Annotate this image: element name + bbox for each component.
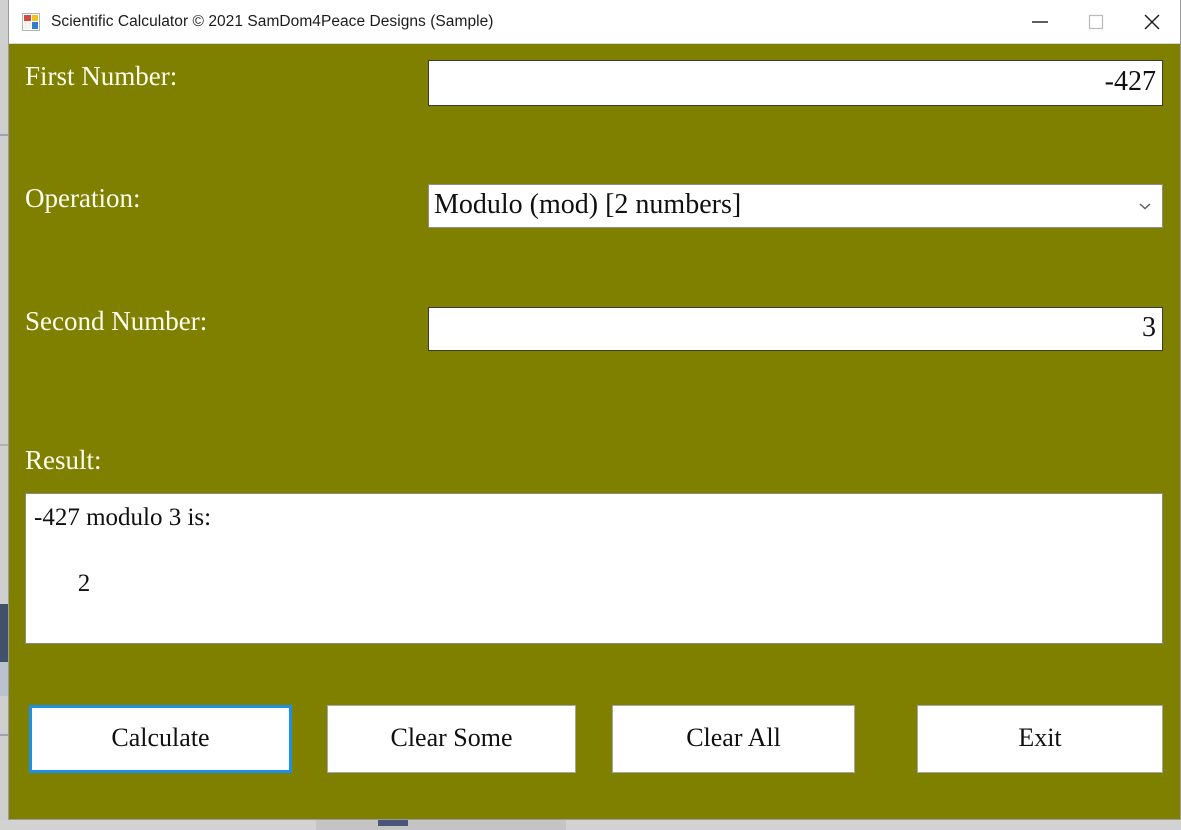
exit-button[interactable]: Exit — [917, 705, 1163, 773]
result-output[interactable]: -427 modulo 3 is: 2 — [25, 493, 1163, 644]
operation-selected-value: Modulo (mod) [2 numbers] — [434, 188, 742, 220]
clear-all-button[interactable]: Clear All — [612, 705, 855, 773]
second-number-label: Second Number: — [25, 306, 208, 336]
first-number-value: -427 — [1104, 66, 1156, 97]
calculate-button[interactable]: Calculate — [29, 705, 292, 773]
close-button[interactable] — [1124, 0, 1180, 43]
form-client-area: First Number: -427 Operation: Modulo (mo… — [9, 44, 1180, 819]
chevron-down-icon[interactable] — [1128, 201, 1162, 211]
title-bar[interactable]: Scientific Calculator © 2021 SamDom4Peac… — [9, 0, 1180, 44]
clear-some-button[interactable]: Clear Some — [327, 705, 576, 773]
operation-select[interactable]: Modulo (mod) [2 numbers] — [428, 184, 1163, 228]
second-number-value: 3 — [1142, 312, 1156, 343]
operation-label: Operation: — [25, 183, 141, 213]
minimize-button[interactable] — [1012, 0, 1068, 43]
window-title: Scientific Calculator © 2021 SamDom4Peac… — [51, 12, 494, 30]
first-number-label: First Number: — [25, 61, 178, 91]
first-number-input[interactable]: -427 — [428, 60, 1163, 106]
window-controls — [1012, 0, 1180, 43]
background-window-sliver — [0, 44, 8, 830]
second-number-input[interactable]: 3 — [428, 307, 1163, 351]
taskbar-strip — [0, 820, 1181, 830]
result-label: Result: — [25, 445, 102, 475]
maximize-button[interactable] — [1068, 0, 1124, 43]
calculator-window: Scientific Calculator © 2021 SamDom4Peac… — [8, 0, 1181, 820]
app-form-icon — [22, 12, 40, 31]
